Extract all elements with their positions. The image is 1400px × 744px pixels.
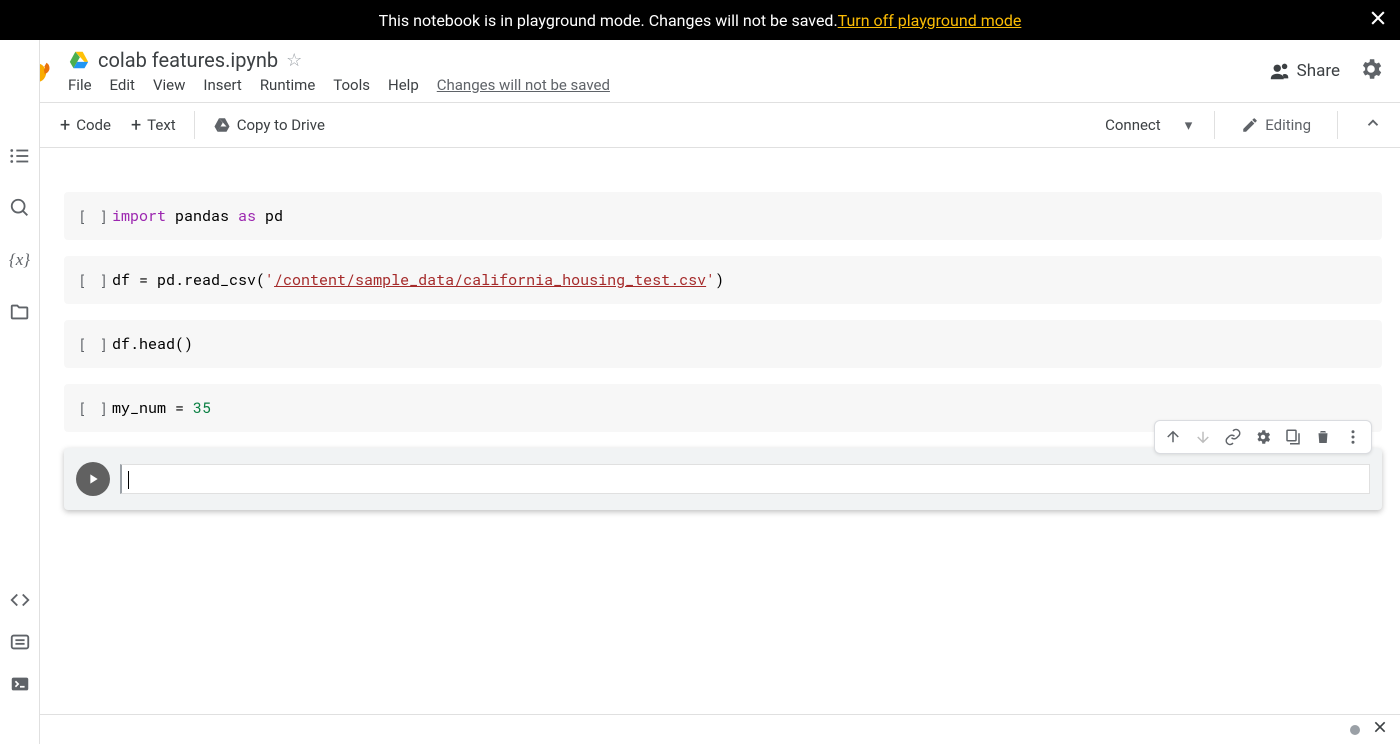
header: colab features.ipynb ☆ File Edit View In… — [0, 40, 1400, 94]
menu-edit[interactable]: Edit — [110, 76, 135, 94]
code-content: my_num = 35 — [112, 398, 211, 418]
footer-close-icon[interactable] — [1372, 719, 1388, 740]
notebook-title[interactable]: colab features.ipynb — [98, 48, 278, 72]
variables-icon[interactable]: {x} — [8, 248, 32, 272]
menu-runtime[interactable]: Runtime — [260, 76, 315, 94]
toolbar: +Code +Text Copy to Drive Connect ▾ Edit… — [0, 102, 1400, 148]
code-cell[interactable]: [ ]df.head() — [64, 320, 1382, 368]
notebook-main: [ ]import pandas as pd[ ]df = pd.read_cs… — [40, 162, 1400, 714]
footer — [40, 714, 1400, 744]
code-cell[interactable]: [ ]import pandas as pd — [64, 192, 1382, 240]
add-text-button[interactable]: +Text — [121, 109, 186, 142]
code-cell-active[interactable] — [64, 448, 1382, 510]
move-up-icon[interactable] — [1159, 423, 1187, 451]
editing-mode-button[interactable]: Editing — [1231, 110, 1321, 140]
delete-cell-icon[interactable] — [1309, 423, 1337, 451]
code-input[interactable] — [120, 464, 1370, 494]
files-icon[interactable] — [8, 300, 32, 324]
search-icon[interactable] — [8, 196, 32, 220]
unsaved-changes-link[interactable]: Changes will not be saved — [437, 76, 610, 94]
cell-toolbar — [1154, 420, 1372, 454]
menu-file[interactable]: File — [68, 76, 92, 94]
menu-view[interactable]: View — [153, 76, 185, 94]
code-content: import pandas as pd — [112, 206, 283, 226]
link-icon[interactable] — [1219, 423, 1247, 451]
exec-indicator: [ ] — [76, 335, 112, 354]
menu-help[interactable]: Help — [388, 76, 419, 94]
terminal-icon[interactable] — [8, 672, 32, 696]
run-cell-button[interactable] — [76, 462, 110, 496]
code-content: df.head() — [112, 334, 193, 354]
toc-icon[interactable] — [8, 144, 32, 168]
menu-tools[interactable]: Tools — [333, 76, 370, 94]
menu-bar: File Edit View Insert Runtime Tools Help… — [68, 76, 1269, 94]
exec-indicator: [ ] — [76, 207, 112, 226]
mirror-cell-icon[interactable] — [1279, 423, 1307, 451]
cell-settings-icon[interactable] — [1249, 423, 1277, 451]
playground-banner: This notebook is in playground mode. Cha… — [0, 0, 1400, 40]
more-icon[interactable] — [1339, 423, 1367, 451]
share-button[interactable]: Share — [1269, 60, 1340, 82]
star-icon[interactable]: ☆ — [286, 50, 302, 71]
settings-icon[interactable] — [1358, 56, 1384, 86]
collapse-header-button[interactable] — [1354, 108, 1392, 142]
drive-icon — [68, 49, 90, 71]
exec-indicator: [ ] — [76, 399, 112, 418]
toolbar-separator — [194, 111, 195, 139]
menu-insert[interactable]: Insert — [203, 76, 241, 94]
copy-to-drive-button[interactable]: Copy to Drive — [203, 110, 335, 140]
connect-button[interactable]: Connect — [1095, 110, 1171, 140]
move-down-icon — [1189, 423, 1217, 451]
add-code-button[interactable]: +Code — [50, 109, 121, 142]
exec-indicator: [ ] — [76, 271, 112, 290]
banner-text: This notebook is in playground mode. Cha… — [379, 11, 838, 30]
code-cell[interactable]: [ ]df = pd.read_csv('/content/sample_dat… — [64, 256, 1382, 304]
turn-off-playground-link[interactable]: Turn off playground mode — [838, 11, 1022, 30]
command-palette-icon[interactable] — [8, 630, 32, 654]
code-content: df = pd.read_csv('/content/sample_data/c… — [112, 270, 724, 290]
connect-dropdown-icon[interactable]: ▾ — [1179, 116, 1199, 134]
close-banner-button[interactable] — [1368, 8, 1388, 31]
left-rail: {x} — [0, 40, 40, 744]
status-dot — [1350, 725, 1360, 735]
code-snippets-icon[interactable] — [8, 588, 32, 612]
